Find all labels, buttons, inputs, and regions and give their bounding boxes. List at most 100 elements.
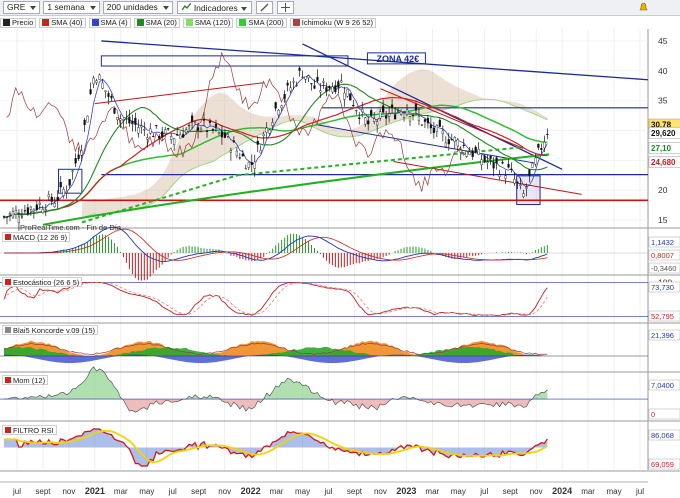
legend-swatch (5, 327, 11, 333)
candle-body (59, 182, 62, 188)
candle-body (447, 139, 450, 145)
candle-body (528, 169, 531, 176)
candle-body (432, 127, 435, 134)
x-tick-label: 2024 (552, 486, 572, 496)
candle-body (167, 128, 170, 130)
candle-body (161, 131, 164, 138)
candle-body (316, 76, 319, 82)
x-tick-label: sept (191, 487, 207, 496)
candle-body (319, 90, 322, 93)
candle-body (331, 86, 334, 93)
candle-body (543, 141, 546, 149)
price-badge-label: 27,10 (651, 144, 672, 153)
candle-body (483, 155, 486, 162)
candle-body (408, 116, 412, 122)
candle-body (11, 211, 15, 218)
candle-body (289, 87, 292, 92)
candle-body (313, 85, 316, 89)
candle-body (295, 84, 298, 86)
candle-body (492, 162, 495, 169)
candle-body (343, 92, 346, 100)
source-note: ProRealTime.com - Fin de Día (20, 223, 122, 232)
candle-body (420, 124, 424, 126)
candle-body (173, 138, 176, 145)
candle-body (134, 117, 137, 125)
candle-body (205, 130, 209, 133)
candle-body (507, 163, 510, 168)
panel-label-mom[interactable]: Mom (12) (2, 375, 49, 385)
candle-body (355, 110, 358, 112)
candle-body (396, 110, 400, 112)
candle-body (214, 123, 218, 128)
candle-body (340, 80, 343, 83)
candle-body (522, 193, 525, 197)
candle-body (20, 216, 24, 218)
candle-body (256, 140, 259, 145)
x-tick-label: nov (374, 487, 387, 496)
legend-swatch (5, 427, 11, 433)
candle-body (534, 157, 537, 165)
candle-body (268, 129, 271, 134)
candle-body (140, 125, 143, 128)
price-badge-label: 24,680 (651, 158, 676, 167)
candle-body (328, 85, 331, 89)
candle-body (179, 134, 182, 139)
panel-title: Estocástico (26 6 5) (13, 277, 80, 287)
indicator-badge-label: 0,8007 (651, 251, 674, 260)
candle-body (399, 111, 403, 115)
candle-body (83, 119, 86, 126)
candle-body (14, 210, 18, 215)
candle-body (116, 117, 119, 120)
y-tick-label: 15 (658, 215, 668, 225)
candle-body (385, 115, 388, 119)
candle-body (182, 134, 185, 138)
candle-body (304, 76, 307, 80)
candle-body (498, 174, 501, 178)
indicator-badge-label: 0 (651, 410, 655, 419)
panel-label-rsi[interactable]: FILTRO RSI (2, 425, 57, 435)
x-tick-label: 2023 (396, 486, 416, 496)
candle-body (23, 210, 26, 212)
candle-body (474, 146, 477, 153)
panel-label-macd[interactable]: MACD (12 26 9) (2, 232, 71, 242)
candle-body (349, 93, 352, 101)
candle-body (223, 132, 227, 138)
candle-body (292, 81, 295, 83)
candle-body (125, 118, 128, 120)
candle-body (468, 151, 471, 156)
candle-body (390, 104, 394, 109)
candle-body (128, 116, 131, 124)
panel-label-stoch[interactable]: Estocástico (26 6 5) (2, 277, 83, 287)
candle-body (531, 163, 534, 168)
candle-body (229, 150, 232, 153)
candle-body (337, 81, 340, 88)
candle-body (226, 133, 229, 137)
price-chart: 45403530252015ZONA 42€30,7829,62027,1024… (0, 29, 680, 498)
x-tick-label: may (139, 487, 154, 496)
candle-body (86, 115, 89, 123)
candle-body (444, 142, 447, 147)
candle-body (495, 157, 498, 164)
candle-body (56, 196, 59, 201)
candle-body (265, 127, 268, 133)
candle-body (74, 158, 77, 164)
candle-body (202, 118, 206, 121)
candle-body (513, 178, 516, 184)
candle-body (280, 105, 283, 109)
candle-body (92, 77, 95, 85)
candle-body (68, 179, 71, 186)
candle-body (53, 203, 56, 207)
candle-body (516, 181, 519, 183)
candle-body (486, 161, 489, 164)
candle-body (373, 118, 376, 122)
candle-body (376, 121, 379, 126)
candle-body (405, 109, 409, 116)
x-tick-label: nov (218, 487, 231, 496)
candle-body (62, 189, 65, 196)
candle-body (417, 115, 421, 121)
y-tick-label: 20 (658, 185, 668, 195)
panel-label-blai5[interactable]: Blai5 Koncorde v.09 (15) (2, 325, 98, 335)
candle-body (540, 148, 543, 150)
candle-body (158, 135, 161, 139)
candle-body (519, 184, 522, 187)
